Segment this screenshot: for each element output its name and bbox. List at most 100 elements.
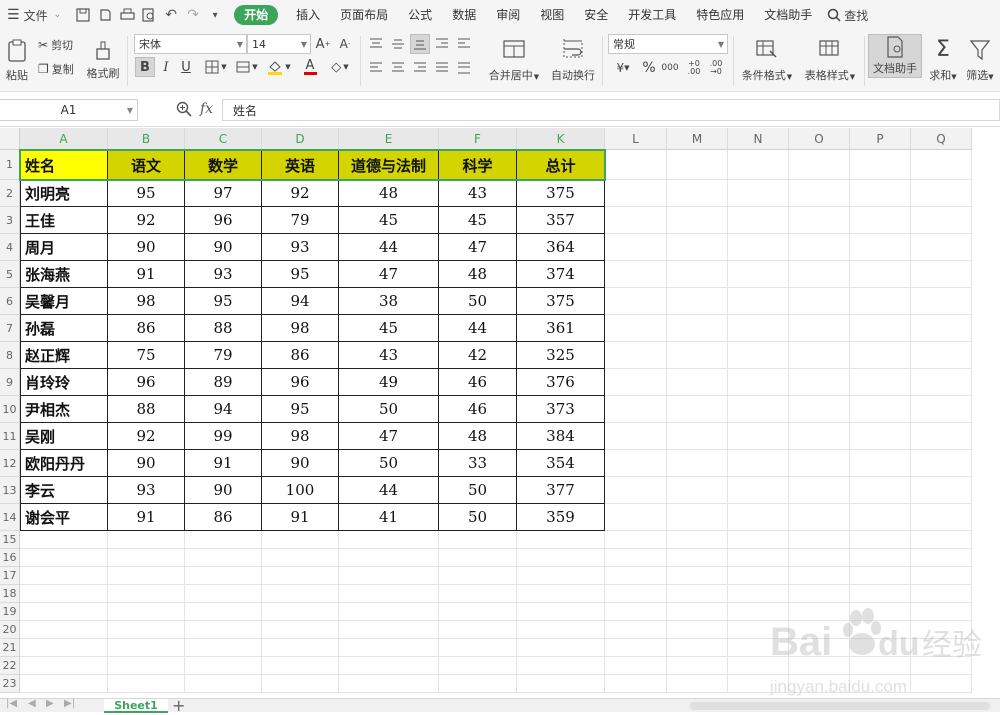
table-cell[interactable]: 赵正辉 (20, 342, 108, 369)
table-cell[interactable]: 98 (108, 288, 185, 315)
table-cell[interactable]: 364 (517, 234, 605, 261)
grid-cell[interactable] (850, 504, 911, 531)
grid-cell[interactable] (339, 639, 439, 657)
grid-cell[interactable] (605, 450, 667, 477)
table-cell[interactable]: 91 (185, 450, 262, 477)
grid-cell[interactable] (728, 450, 789, 477)
table-cell[interactable]: 373 (517, 396, 605, 423)
table-cell[interactable]: 86 (108, 315, 185, 342)
grid-cell[interactable] (728, 396, 789, 423)
column-header-a[interactable]: A (20, 128, 108, 150)
grid-cell[interactable] (911, 150, 972, 180)
paste-button[interactable]: 粘贴 (0, 34, 34, 88)
table-cell[interactable]: 44 (439, 315, 517, 342)
sheet-tab-sheet1[interactable]: Sheet1 (104, 699, 168, 713)
table-cell[interactable]: 44 (339, 234, 439, 261)
grid-cell[interactable] (439, 531, 517, 549)
table-cell[interactable]: 93 (108, 477, 185, 504)
grid-cell[interactable] (605, 369, 667, 396)
table-cell[interactable]: 374 (517, 261, 605, 288)
row-header-22[interactable]: 22 (0, 657, 20, 675)
table-header-cell[interactable]: 语文 (108, 150, 185, 180)
grid-cell[interactable] (667, 639, 728, 657)
tab-doc-assistant[interactable]: 文档助手 (754, 0, 822, 30)
table-style-button[interactable]: 表格样式▼ (800, 34, 860, 88)
increase-indent-icon[interactable] (454, 34, 474, 54)
tab-data[interactable]: 数据 (442, 0, 486, 30)
grid-cell[interactable] (911, 342, 972, 369)
table-cell[interactable]: 90 (108, 450, 185, 477)
grid-cell[interactable] (20, 621, 108, 639)
table-cell[interactable]: 361 (517, 315, 605, 342)
table-cell[interactable]: 33 (439, 450, 517, 477)
fill-color-button[interactable]: ▼ (264, 58, 294, 76)
align-middle-icon[interactable] (388, 34, 408, 54)
grid-cell[interactable] (667, 585, 728, 603)
grid-cell[interactable] (262, 567, 339, 585)
merge-center-button[interactable]: 合并居中▼ (486, 34, 542, 88)
grid-cell[interactable] (911, 207, 972, 234)
grid-cell[interactable] (850, 396, 911, 423)
grid-cell[interactable] (339, 675, 439, 693)
grid-cell[interactable] (605, 567, 667, 585)
table-cell[interactable]: 91 (108, 261, 185, 288)
grid-cell[interactable] (789, 150, 850, 180)
zoom-icon[interactable] (176, 101, 192, 120)
table-cell[interactable]: 92 (262, 180, 339, 207)
table-cell[interactable]: 96 (262, 369, 339, 396)
row-header-20[interactable]: 20 (0, 621, 20, 639)
grid-cell[interactable] (262, 549, 339, 567)
grid-cell[interactable] (728, 477, 789, 504)
row-header-5[interactable]: 5 (0, 261, 20, 288)
grid-cell[interactable] (850, 288, 911, 315)
grid-cell[interactable] (789, 288, 850, 315)
grid-cell[interactable] (728, 261, 789, 288)
last-sheet-icon[interactable]: ▶| (64, 698, 75, 709)
grid-cell[interactable] (605, 675, 667, 693)
grid-cell[interactable] (439, 585, 517, 603)
table-cell[interactable]: 93 (262, 234, 339, 261)
table-cell[interactable]: 吴馨月 (20, 288, 108, 315)
grid-cell[interactable] (789, 396, 850, 423)
grid-cell[interactable] (850, 342, 911, 369)
table-cell[interactable]: 90 (262, 450, 339, 477)
font-size-select[interactable]: 14 ▼ (247, 34, 311, 54)
grid-cell[interactable] (605, 603, 667, 621)
align-center-icon[interactable] (388, 58, 408, 78)
grid-cell[interactable] (605, 342, 667, 369)
grid-cell[interactable] (439, 603, 517, 621)
grid-cell[interactable] (262, 639, 339, 657)
table-cell[interactable]: 96 (185, 207, 262, 234)
table-cell[interactable]: 98 (262, 423, 339, 450)
grid-cell[interactable] (667, 396, 728, 423)
grid-cell[interactable] (789, 261, 850, 288)
table-cell[interactable]: 86 (262, 342, 339, 369)
tab-home[interactable]: 开始 (234, 5, 279, 25)
table-cell[interactable]: 43 (439, 180, 517, 207)
grid-cell[interactable] (339, 657, 439, 675)
table-cell[interactable]: 88 (108, 396, 185, 423)
grid-cell[interactable] (517, 549, 605, 567)
grid-cell[interactable] (667, 621, 728, 639)
table-cell[interactable]: 325 (517, 342, 605, 369)
grid-cell[interactable] (605, 639, 667, 657)
grid-cell[interactable] (262, 675, 339, 693)
grid-cell[interactable] (789, 342, 850, 369)
grid-cell[interactable] (728, 315, 789, 342)
column-header-l[interactable]: L (605, 128, 667, 150)
grid-cell[interactable] (185, 675, 262, 693)
grid-cell[interactable] (339, 549, 439, 567)
grid-cell[interactable] (728, 549, 789, 567)
table-cell[interactable]: 46 (439, 396, 517, 423)
grid-cell[interactable] (911, 288, 972, 315)
row-header-10[interactable]: 10 (0, 396, 20, 423)
grid-cell[interactable] (850, 180, 911, 207)
grid-cell[interactable] (262, 621, 339, 639)
table-cell[interactable]: 99 (185, 423, 262, 450)
underline-button[interactable]: U (178, 58, 194, 76)
customize-toolbar-icon[interactable]: ▾ (204, 0, 226, 30)
table-cell[interactable]: 孙磊 (20, 315, 108, 342)
grid-cell[interactable] (517, 531, 605, 549)
font-color-button[interactable]: A (296, 58, 324, 76)
grid-cell[interactable] (911, 567, 972, 585)
